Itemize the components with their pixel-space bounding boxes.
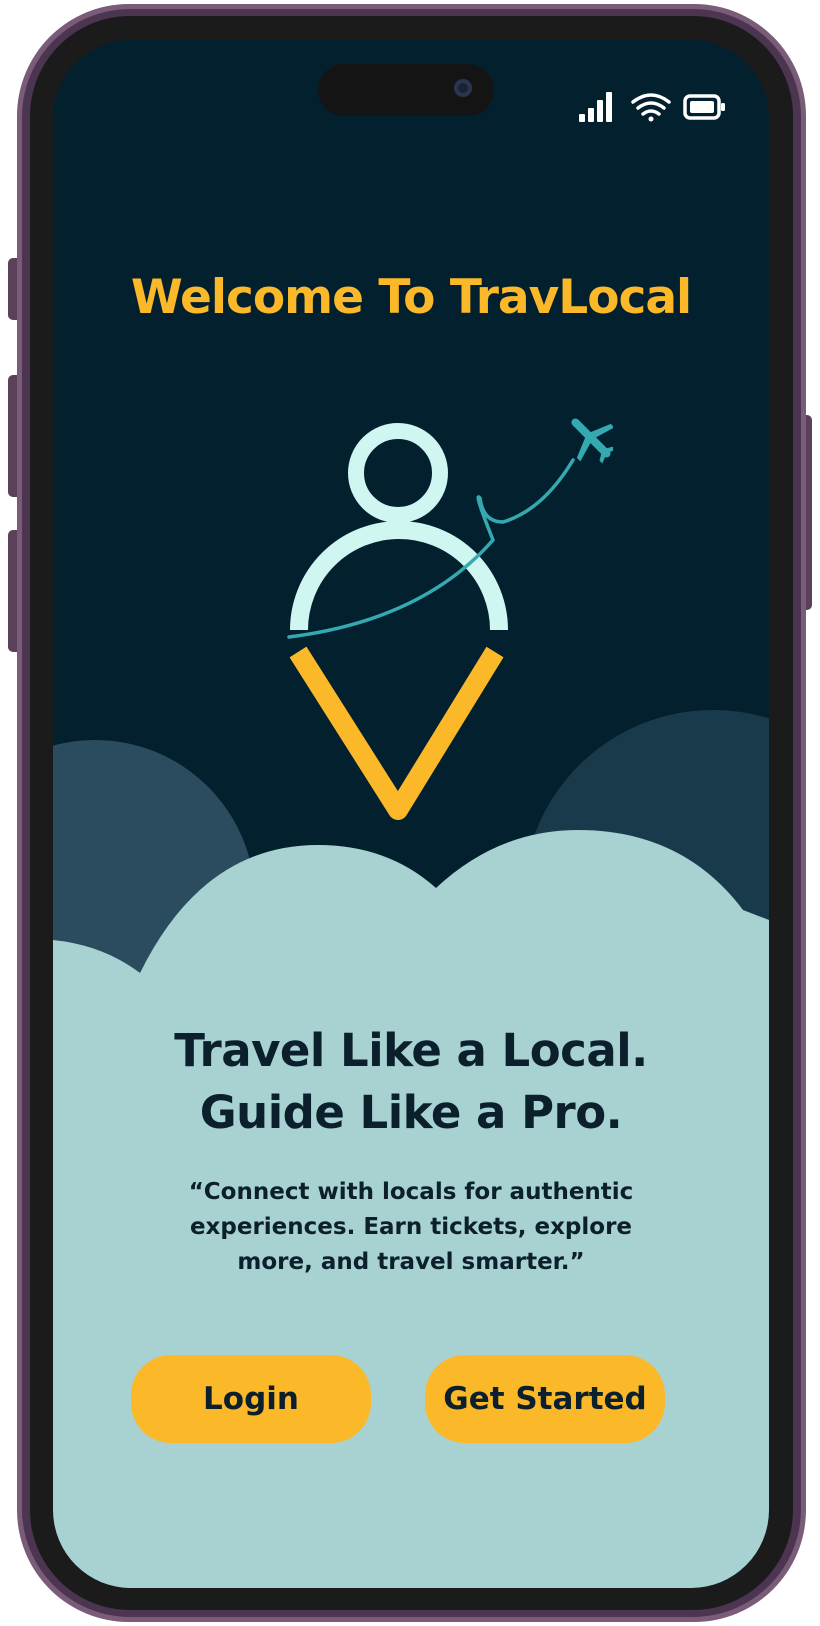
app-screen: Welcome To TravLocal Travel Like a Local…	[53, 40, 769, 1588]
hero-quote: “Connect with locals for authentic exper…	[188, 1179, 634, 1275]
battery-icon	[683, 94, 725, 120]
status-bar	[579, 92, 725, 122]
airplane-icon	[571, 418, 613, 464]
get-started-button[interactable]: Get Started	[425, 1355, 665, 1443]
camera-icon	[454, 79, 472, 97]
login-button[interactable]: Login	[131, 1355, 371, 1443]
pin-point	[289, 646, 504, 820]
welcome-title: Welcome To TravLocal	[130, 270, 692, 325]
person-head	[348, 423, 448, 523]
device-mockup: Welcome To TravLocal Travel Like a Local…	[0, 0, 820, 1626]
dynamic-island	[318, 64, 494, 116]
location-pin-person-logo	[287, 418, 613, 820]
hero-headline: Travel Like a Local. Guide Like a Pro.	[53, 1020, 769, 1144]
signal-icon	[579, 92, 612, 122]
hero-line-1: Travel Like a Local.	[174, 1024, 648, 1077]
person-body	[290, 521, 508, 631]
wifi-icon	[631, 93, 671, 122]
hero-line-2: Guide Like a Pro.	[199, 1086, 623, 1139]
